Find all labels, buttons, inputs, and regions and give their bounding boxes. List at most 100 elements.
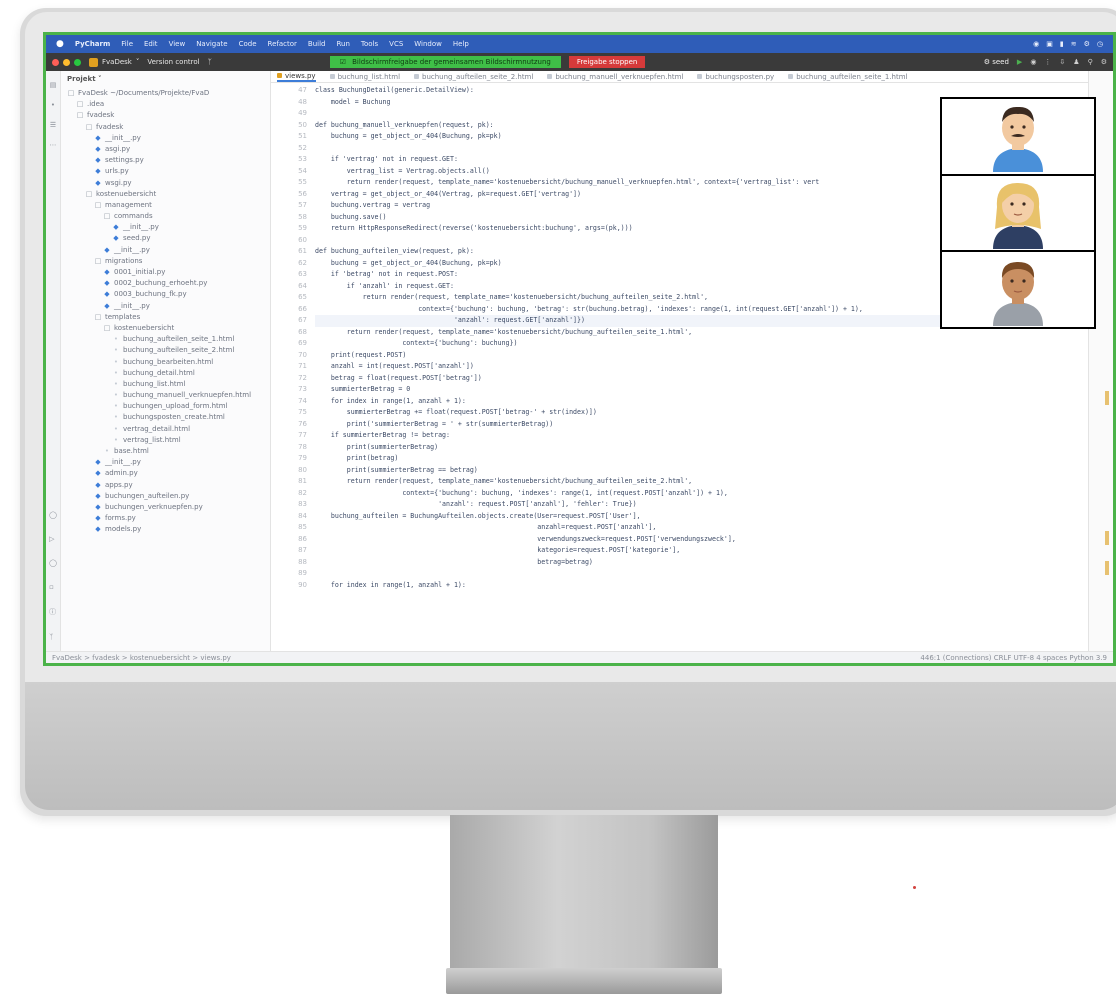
python-console-icon[interactable]: ◯ [49,559,57,567]
tree-item[interactable]: • buchung_bearbeiten.html [67,357,266,368]
tree-item[interactable]: ◆ __init__.py [67,133,266,144]
tree-item[interactable]: • buchung_aufteilen_seite_1.html [67,334,266,345]
tree-item[interactable]: ◆ buchungen_verknuepfen.py [67,502,266,513]
more-tools-icon[interactable]: ⋯ [50,141,57,149]
code-line[interactable]: betrag = float(request.POST['betrag']) [315,373,1113,385]
run-tool-icon[interactable]: ▷ [49,535,57,543]
editor-tab[interactable]: views.py [277,71,316,82]
code-line[interactable]: anzahl = int(request.POST['anzahl']) [315,361,1113,373]
tree-item[interactable]: ◆ buchungen_aufteilen.py [67,491,266,502]
zoom-window-button[interactable] [74,58,81,66]
code-line[interactable]: 'anzahl': request.POST['anzahl'], 'fehle… [315,499,1113,511]
participant-tile[interactable] [942,99,1094,174]
tree-item[interactable]: □ management [67,200,266,211]
code-line[interactable]: print('summierterBetrag = ' + str(summie… [315,419,1113,431]
camera-icon[interactable]: ▣ [1046,40,1053,48]
code-line[interactable]: context={'buchung': buchung}) [315,338,1113,350]
tree-item[interactable]: • base.html [67,446,266,457]
code-line[interactable]: context={'buchung': buchung, 'indexes': … [315,488,1113,500]
tree-item[interactable]: ◆ __init__.py [67,222,266,233]
commit-tool-icon[interactable]: • [51,101,55,109]
tree-item[interactable]: ◆ 0002_buchung_erhoeht.py [67,278,266,289]
menu-item-run[interactable]: Run [336,40,349,48]
wifi-icon[interactable]: ≋ [1071,40,1077,48]
settings-icon[interactable]: ⚙ [1101,58,1107,66]
tree-item[interactable]: • buchung_list.html [67,379,266,390]
structure-tool-icon[interactable]: ☰ [50,121,56,129]
menu-item-build[interactable]: Build [308,40,326,48]
tree-item[interactable]: □ commands [67,211,266,222]
menu-item-file[interactable]: File [121,40,133,48]
tree-item[interactable]: □ kostenuebersicht [67,323,266,334]
stop-sharing-button[interactable]: Freigabe stoppen [568,56,646,68]
code-line[interactable]: print(request.POST) [315,350,1113,362]
battery-icon[interactable]: ▮ [1060,40,1064,48]
search-icon[interactable]: ⚲ [1088,58,1093,66]
code-line[interactable]: betrag=betrag) [315,557,1113,569]
code-line[interactable]: print(summierterBetrag == betrag) [315,465,1113,477]
code-line[interactable]: verwendungszweck=request.POST['verwendun… [315,534,1113,546]
tree-item[interactable]: ◆ apps.py [67,480,266,491]
apple-icon[interactable]: ● [56,39,64,49]
code-line[interactable]: if summierterBetrag != betrag: [315,430,1113,442]
close-window-button[interactable] [52,58,59,66]
tree-item[interactable]: □ .idea [67,99,266,110]
menu-item-window[interactable]: Window [414,40,442,48]
tree-item[interactable]: □ fvadesk [67,110,266,121]
code-line[interactable]: class BuchungDetail(generic.DetailView): [315,85,1113,97]
code-line[interactable]: summierterBetrag = 0 [315,384,1113,396]
participant-tile[interactable] [942,175,1094,251]
status-info[interactable]: 446:1 (Connections) CRLF UTF-8 4 spaces … [920,654,1107,662]
branch-icon[interactable]: ᛉ [208,58,212,66]
editor-tab[interactable]: buchung_manuell_verknuepfen.html [547,71,683,82]
app-name[interactable]: PyCharm [75,40,110,48]
warning-marker[interactable] [1105,531,1109,545]
tree-item[interactable]: ◆ asgi.py [67,144,266,155]
code-line[interactable] [315,568,1113,580]
tree-item[interactable]: • vertrag_detail.html [67,424,266,435]
problems-icon[interactable]: ⓘ [49,607,57,617]
editor-tab[interactable]: buchung_list.html [329,71,400,82]
participant-tile[interactable] [942,252,1094,328]
code-line[interactable]: kategorie=request.POST['kategorie'], [315,545,1113,557]
control-center-icon[interactable]: ⚙ [1084,40,1090,48]
warning-marker[interactable] [1105,391,1109,405]
vcs-update-icon[interactable]: ⇩ [1059,58,1065,66]
editor-tab[interactable]: buchung_aufteilen_seite_1.html [788,71,908,82]
tree-item[interactable]: □ FvaDesk ~/Documents/Projekte/FvaD [67,88,266,99]
user-icon[interactable]: ♟ [1073,58,1079,66]
editor-tab[interactable]: buchungsposten.py [697,71,774,82]
tree-item[interactable]: ◆ __init__.py [67,245,266,256]
shield-icon[interactable]: ◉ [1033,40,1039,48]
clock-icon[interactable]: ◷ [1097,40,1103,48]
tree-item[interactable]: ◆ 0003_buchung_fk.py [67,289,266,300]
tree-item[interactable]: • vertrag_list.html [67,435,266,446]
menu-item-refactor[interactable]: Refactor [268,40,297,48]
menu-item-view[interactable]: View [169,40,186,48]
editor-tab[interactable]: buchung_aufteilen_seite_2.html [414,71,533,82]
tree-item[interactable]: • buchungsposten_create.html [67,412,266,423]
tree-item[interactable]: ◆ models.py [67,524,266,535]
tree-item[interactable]: ◆ 0001_initial.py [67,267,266,278]
project-switcher[interactable]: FvaDesk ˅ [89,57,139,67]
run-icon[interactable]: ▶ [1017,58,1022,66]
code-line[interactable]: for index in range(1, anzahl + 1): [315,396,1113,408]
tree-item[interactable]: • buchung_aufteilen_seite_2.html [67,345,266,356]
terminal-icon[interactable]: ▫ [49,583,57,591]
python-packages-icon[interactable]: ◯ [49,511,57,519]
code-line[interactable]: print(summierterBetrag) [315,442,1113,454]
menu-item-help[interactable]: Help [453,40,469,48]
tree-item[interactable]: ◆ wsgi.py [67,178,266,189]
menu-item-tools[interactable]: Tools [361,40,378,48]
tree-item[interactable]: □ migrations [67,256,266,267]
debug-icon[interactable]: ◉ [1030,58,1036,66]
code-line[interactable]: return render(request, template_name='ko… [315,476,1113,488]
minimize-window-button[interactable] [63,58,70,66]
tree-item[interactable]: ◆ __init__.py [67,457,266,468]
menu-item-vcs[interactable]: VCS [389,40,403,48]
tree-item[interactable]: ◆ seed.py [67,233,266,244]
menu-item-edit[interactable]: Edit [144,40,158,48]
warning-marker[interactable] [1105,561,1109,575]
project-tool-icon[interactable]: ▤ [50,81,57,89]
tree-item[interactable]: • buchung_manuell_verknuepfen.html [67,390,266,401]
